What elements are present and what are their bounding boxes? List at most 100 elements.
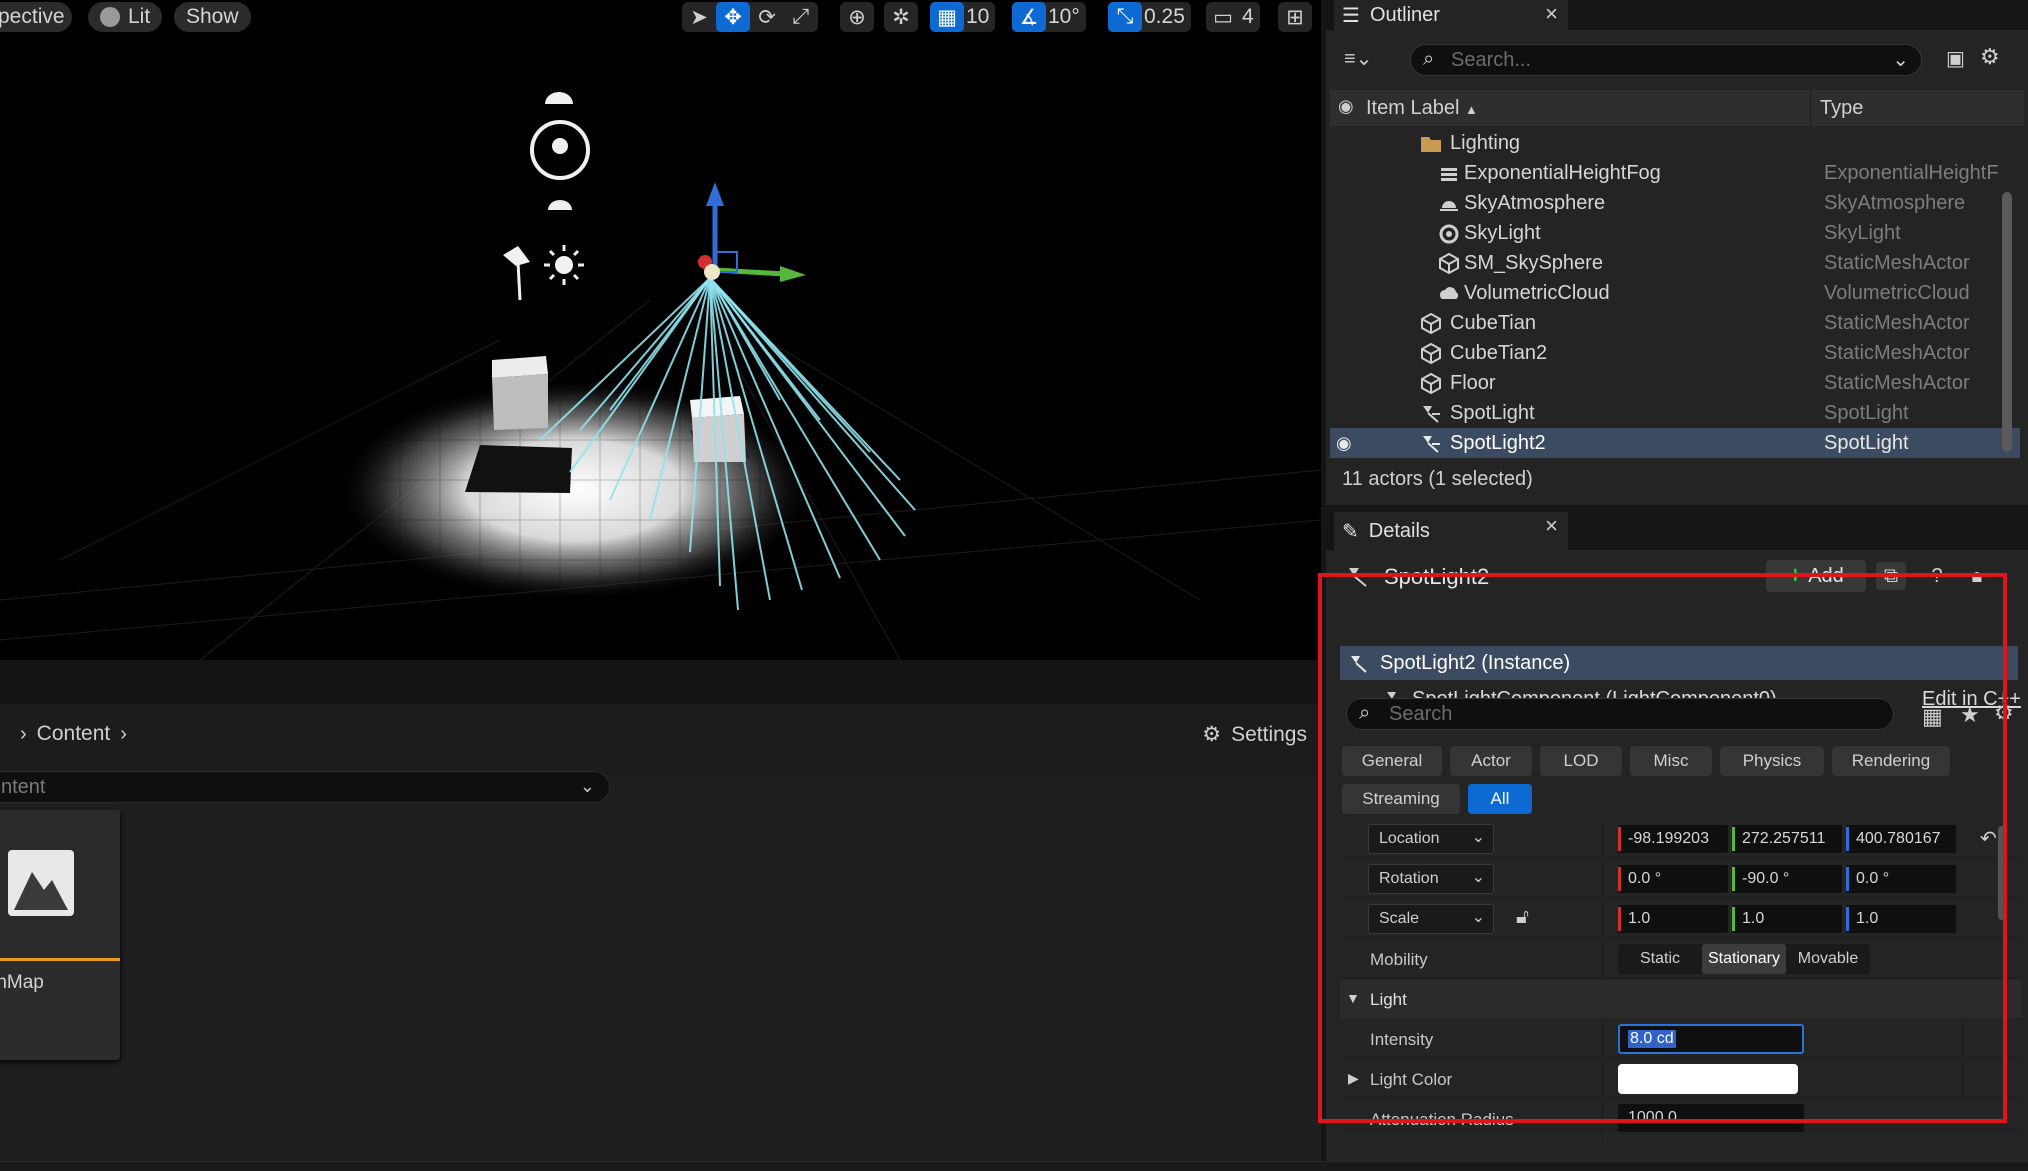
location-dropdown[interactable]: Location ⌄	[1368, 824, 1494, 854]
outliner-row-cubetian2[interactable]: CubeTian2 StaticMeshActor	[1330, 338, 2020, 368]
world-local-button[interactable]: ⊕	[840, 2, 874, 32]
chevron-right-icon[interactable]: ›	[120, 723, 127, 746]
blueprint-convert-icon[interactable]: ⧉	[1876, 562, 1906, 590]
category-physics[interactable]: Physics	[1720, 746, 1824, 776]
mobility-static[interactable]: Static	[1618, 944, 1702, 974]
component-instance-row[interactable]: SpotLight2 (Instance)	[1340, 646, 2018, 680]
cube-tian[interactable]	[492, 356, 548, 430]
scale-snap-control[interactable]: ⤡ 0.25	[1108, 2, 1191, 32]
scale-x-field[interactable]: 1.0	[1618, 905, 1728, 933]
light-color-swatch[interactable]	[1618, 1064, 1798, 1094]
visibility-eye-icon[interactable]: ◉	[1338, 96, 1354, 117]
category-general[interactable]: General	[1342, 746, 1442, 776]
directional-light-gizmo-icon[interactable]	[503, 245, 584, 301]
outliner-row-cubetian[interactable]: CubeTian StaticMeshActor	[1330, 308, 2020, 338]
gear-icon[interactable]: ⚙	[1980, 44, 2000, 70]
chevron-down-icon[interactable]: ⌄	[580, 776, 595, 797]
grid-snap-control[interactable]: ▦ 10	[930, 2, 996, 32]
content-search-input[interactable]: ntent ⌄	[0, 771, 610, 803]
visibility-eye-icon[interactable]: ◉	[1336, 433, 1352, 454]
outliner-row-spotlight2[interactable]: ◉ SpotLight2 SpotLight	[1330, 428, 2020, 458]
breadcrumb-content[interactable]: Content	[37, 722, 111, 746]
outliner-row-sky-atmosphere[interactable]: SkyAtmosphere SkyAtmosphere	[1330, 188, 2020, 218]
level-viewport[interactable]: pective Lit Show ➤ ✥ ⟳ ⤢ ⊕ ✲ ▦ 10 ∡ 10° …	[0, 0, 1321, 660]
unlock-icon[interactable]: 🔓︎	[1516, 906, 1529, 929]
row-type: SkyLight	[1824, 222, 1901, 244]
attenuation-input[interactable]: 1000.0	[1618, 1104, 1804, 1132]
column-separator[interactable]	[1810, 90, 1811, 126]
outliner-search-input[interactable]: ⌕ Search... ⌄	[1410, 44, 1922, 76]
category-lod[interactable]: LOD	[1540, 746, 1622, 776]
category-misc[interactable]: Misc	[1630, 746, 1712, 776]
scale-tool-icon[interactable]: ⤢	[784, 2, 818, 32]
actor-name[interactable]: SpotLight2	[1384, 564, 1489, 590]
show-button[interactable]: Show	[174, 2, 251, 32]
chevron-down-icon[interactable]: ⌄	[1892, 47, 1909, 72]
lit-mode-button[interactable]: Lit	[88, 2, 163, 32]
translate-tool-icon[interactable]: ✥	[716, 2, 750, 32]
scale-y-field[interactable]: 1.0	[1732, 905, 1842, 933]
details-scrollbar[interactable]	[1998, 826, 2006, 920]
outliner-row-sm-skysphere[interactable]: SM_SkySphere StaticMeshActor	[1330, 248, 2020, 278]
outliner-row-exponential-height-fog[interactable]: ExponentialHeightFog ExponentialHeightF	[1330, 158, 2020, 188]
rotation-z-field[interactable]: 0.0 °	[1846, 865, 1956, 893]
expand-arrow-icon[interactable]: ▶	[1348, 1070, 1359, 1087]
close-icon[interactable]: ×	[1545, 1, 1558, 27]
location-z-field[interactable]: 400.780167	[1846, 825, 1956, 853]
category-streaming[interactable]: Streaming	[1342, 784, 1460, 814]
filter-icon[interactable]: ≡⌄	[1344, 46, 1372, 71]
gear-icon[interactable]: ⚙	[1994, 700, 2014, 726]
scale-z-field[interactable]: 1.0	[1846, 905, 1956, 933]
outliner-row-skylight[interactable]: SkyLight SkyLight	[1330, 218, 2020, 248]
tab-details[interactable]: ✎ Details ×	[1334, 512, 1568, 550]
perspective-button[interactable]: pective	[0, 2, 72, 32]
transform-gizmo[interactable]	[698, 182, 806, 282]
status-bar	[0, 1161, 2028, 1171]
rotation-dropdown[interactable]: Rotation ⌄	[1368, 864, 1494, 894]
surface-snap-button[interactable]: ✲	[884, 2, 918, 32]
location-x-field[interactable]: -98.199203	[1618, 825, 1728, 853]
sky-atmosphere-icon	[1438, 192, 1460, 214]
angle-snap-icon: ∡	[1012, 2, 1046, 32]
outliner-row-lighting[interactable]: Lighting	[1330, 128, 2020, 158]
details-search-input[interactable]: ⌕ Search	[1346, 698, 1894, 730]
add-folder-icon[interactable]: ▣	[1946, 46, 1965, 71]
lock-icon[interactable]: 🔒︎	[1962, 562, 1992, 590]
tab-outliner[interactable]: ☰ Outliner ×	[1334, 0, 1568, 30]
static-mesh-icon	[1420, 342, 1442, 365]
category-all[interactable]: All	[1468, 784, 1532, 814]
add-component-button[interactable]: + Add	[1766, 560, 1866, 592]
help-icon[interactable]: ?	[1922, 562, 1952, 590]
viewport-layout-button[interactable]: ⊞	[1278, 2, 1312, 32]
outliner-row-spotlight[interactable]: SpotLight SpotLight	[1330, 398, 2020, 428]
rotation-y-field[interactable]: -90.0 °	[1732, 865, 1842, 893]
rotation-x-field[interactable]: 0.0 °	[1618, 865, 1728, 893]
sky-light-gizmo-icon[interactable]	[530, 92, 590, 210]
outliner-row-volumetric-cloud[interactable]: VolumetricCloud VolumetricCloud	[1330, 278, 2020, 308]
camera-speed-control[interactable]: ▭ 4	[1206, 2, 1260, 32]
scale-dropdown[interactable]: Scale ⌄	[1368, 904, 1494, 934]
location-y-field[interactable]: 272.257511	[1732, 825, 1842, 853]
rotate-tool-icon[interactable]: ⟳	[750, 2, 784, 32]
star-icon[interactable]: ★	[1960, 702, 1980, 728]
column-item-label[interactable]: Item Label ▲	[1366, 97, 1478, 120]
mobility-movable[interactable]: Movable	[1786, 944, 1870, 974]
select-tool-icon[interactable]: ➤	[682, 2, 716, 32]
intensity-input[interactable]: 8.0 cd	[1618, 1024, 1804, 1054]
row-type: ExponentialHeightF	[1824, 162, 1999, 184]
chevron-right-icon[interactable]: ›	[20, 723, 27, 746]
column-type[interactable]: Type	[1820, 97, 1863, 120]
close-icon[interactable]: ×	[1545, 513, 1558, 539]
light-section-header[interactable]: ▼ Light	[1340, 980, 2022, 1018]
reset-arrow-icon[interactable]: ↶	[1980, 826, 1997, 851]
asset-tile[interactable]: rnMap	[0, 810, 120, 1060]
category-rendering[interactable]: Rendering	[1832, 746, 1950, 776]
outliner-scrollbar[interactable]	[2002, 192, 2012, 452]
rotation-row: Rotation ⌄ 0.0 ° -90.0 ° 0.0 °	[1340, 860, 2022, 898]
outliner-row-floor[interactable]: Floor StaticMeshActor	[1330, 368, 2020, 398]
settings-button[interactable]: ⚙ Settings	[1202, 722, 1307, 747]
table-view-icon[interactable]: ▦	[1922, 704, 1943, 730]
mobility-stationary[interactable]: Stationary	[1702, 944, 1786, 974]
category-actor[interactable]: Actor	[1450, 746, 1532, 776]
rotation-snap-control[interactable]: ∡ 10°	[1012, 2, 1086, 32]
